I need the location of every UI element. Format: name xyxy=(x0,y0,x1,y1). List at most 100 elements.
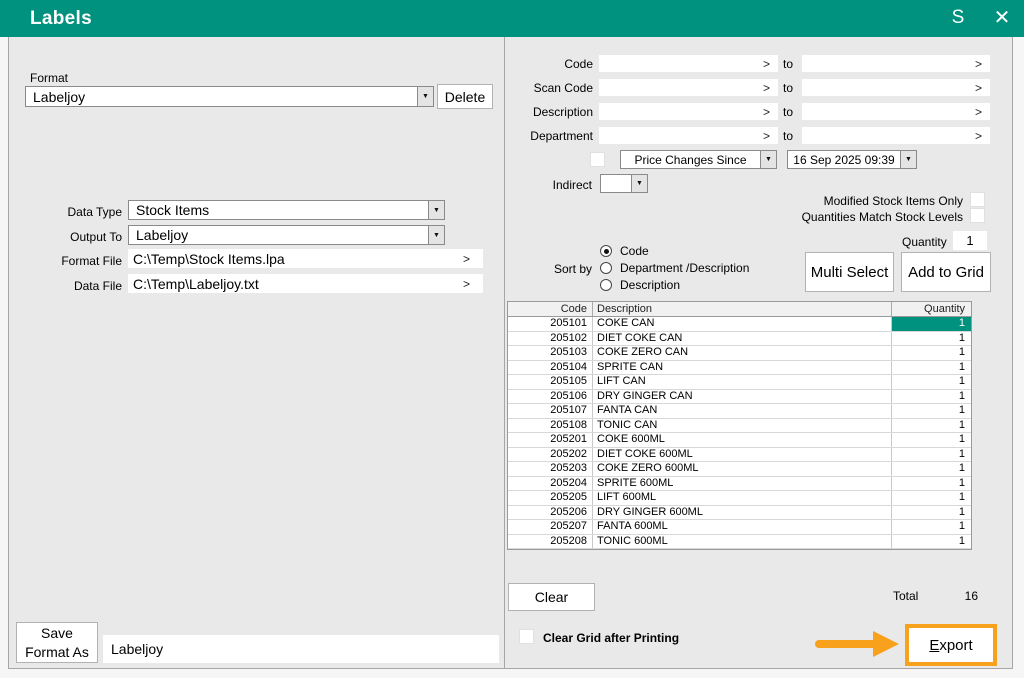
indirect-dropdown-arrow-icon[interactable]: ▼ xyxy=(631,175,647,192)
table-row[interactable]: 205105LIFT CAN1 xyxy=(508,375,971,390)
cell-quantity[interactable]: 1 xyxy=(892,390,971,404)
cell-description[interactable]: COKE 600ML xyxy=(593,433,892,447)
column-header-code[interactable]: Code xyxy=(508,302,593,316)
table-row[interactable]: 205104SPRITE CAN1 xyxy=(508,361,971,376)
cell-quantity[interactable]: 1 xyxy=(892,433,971,447)
table-row[interactable]: 205103COKE ZERO CAN1 xyxy=(508,346,971,361)
sort-option-department-description[interactable]: Department /Description xyxy=(600,261,749,274)
save-format-as-input[interactable]: Labeljoy xyxy=(103,635,499,663)
cell-code[interactable]: 205202 xyxy=(508,448,593,462)
delete-button[interactable]: Delete xyxy=(437,84,493,109)
save-format-as-button[interactable]: Save Format As xyxy=(16,622,98,663)
cell-quantity[interactable]: 1 xyxy=(892,332,971,346)
table-row[interactable]: 205208TONIC 600ML1 xyxy=(508,535,971,550)
cell-code[interactable]: 205104 xyxy=(508,361,593,375)
table-row[interactable]: 205204SPRITE 600ML1 xyxy=(508,477,971,492)
cell-quantity[interactable]: 1 xyxy=(892,477,971,491)
cell-description[interactable]: FANTA CAN xyxy=(593,404,892,418)
data-file-field[interactable]: C:\Temp\Labeljoy.txt > xyxy=(128,274,483,293)
filter-scan-code-to-field[interactable]: > xyxy=(802,79,990,96)
filter-description-from-field[interactable]: > xyxy=(599,103,778,120)
cell-code[interactable]: 205102 xyxy=(508,332,593,346)
table-row[interactable]: 205201COKE 600ML1 xyxy=(508,433,971,448)
price-date-dropdown-arrow-icon[interactable]: ▼ xyxy=(900,151,916,168)
add-to-grid-button[interactable]: Add to Grid xyxy=(901,252,991,292)
filter-description-to-field[interactable]: > xyxy=(802,103,990,120)
output-to-dropdown-arrow-icon[interactable]: ▼ xyxy=(428,226,444,244)
filter-department-to-field[interactable]: > xyxy=(802,127,990,144)
cell-description[interactable]: FANTA 600ML xyxy=(593,520,892,534)
cell-description[interactable]: LIFT CAN xyxy=(593,375,892,389)
table-row[interactable]: 205101COKE CAN1 xyxy=(508,317,971,332)
format-dropdown-arrow-icon[interactable]: ▼ xyxy=(417,87,433,106)
format-file-field[interactable]: C:\Temp\Stock Items.lpa > xyxy=(128,249,483,268)
filter-department-from-field[interactable]: > xyxy=(599,127,778,144)
cell-description[interactable]: COKE ZERO 600ML xyxy=(593,462,892,476)
format-combobox[interactable]: Labeljoy ▼ xyxy=(25,86,434,107)
cell-description[interactable]: COKE CAN xyxy=(593,317,892,331)
cell-code[interactable]: 205108 xyxy=(508,419,593,433)
cell-quantity[interactable]: 1 xyxy=(892,491,971,505)
multi-select-button[interactable]: Multi Select xyxy=(805,252,894,292)
table-row[interactable]: 205202DIET COKE 600ML1 xyxy=(508,448,971,463)
output-to-combobox[interactable]: Labeljoy ▼ xyxy=(128,225,445,245)
data-type-combobox[interactable]: Stock Items ▼ xyxy=(128,200,445,220)
cell-quantity[interactable]: 1 xyxy=(892,462,971,476)
cell-quantity[interactable]: 1 xyxy=(892,375,971,389)
quantities-match-checkbox[interactable] xyxy=(970,208,985,223)
filter-code-from-field[interactable]: > xyxy=(599,55,778,72)
cell-quantity[interactable]: 1 xyxy=(892,535,971,549)
table-row[interactable]: 205102DIET COKE CAN1 xyxy=(508,332,971,347)
cell-quantity[interactable]: 1 xyxy=(892,346,971,360)
table-row[interactable]: 205206DRY GINGER 600ML1 xyxy=(508,506,971,521)
price-changes-dropdown-arrow-icon[interactable]: ▼ xyxy=(760,151,776,168)
price-date-combobox[interactable]: 16 Sep 2025 09:39 ▼ xyxy=(787,150,917,169)
format-file-browse-icon[interactable]: > xyxy=(463,252,483,266)
cell-code[interactable]: 205107 xyxy=(508,404,593,418)
cell-quantity[interactable]: 1 xyxy=(892,404,971,418)
filter-scan-code-from-field[interactable]: > xyxy=(599,79,778,96)
cell-code[interactable]: 205205 xyxy=(508,491,593,505)
filter-code-to-field[interactable]: > xyxy=(802,55,990,72)
table-row[interactable]: 205107FANTA CAN1 xyxy=(508,404,971,419)
settings-button[interactable]: S xyxy=(944,0,972,36)
cell-code[interactable]: 205103 xyxy=(508,346,593,360)
cell-description[interactable]: LIFT 600ML xyxy=(593,491,892,505)
column-header-description[interactable]: Description xyxy=(593,302,892,316)
price-changes-checkbox[interactable] xyxy=(590,152,605,167)
cell-code[interactable]: 205106 xyxy=(508,390,593,404)
cell-code[interactable]: 205101 xyxy=(508,317,593,331)
column-header-quantity[interactable]: Quantity xyxy=(892,302,971,316)
cell-quantity[interactable]: 1 xyxy=(892,361,971,375)
cell-description[interactable]: TONIC CAN xyxy=(593,419,892,433)
cell-code[interactable]: 205207 xyxy=(508,520,593,534)
price-changes-combobox[interactable]: Price Changes Since ▼ xyxy=(620,150,777,169)
cell-description[interactable]: TONIC 600ML xyxy=(593,535,892,549)
cell-description[interactable]: SPRITE CAN xyxy=(593,361,892,375)
cell-quantity[interactable]: 1 xyxy=(892,419,971,433)
cell-code[interactable]: 205201 xyxy=(508,433,593,447)
cell-code[interactable]: 205203 xyxy=(508,462,593,476)
sort-option-description[interactable]: Description xyxy=(600,278,680,291)
cell-quantity[interactable]: 1 xyxy=(892,317,971,331)
table-row[interactable]: 205205LIFT 600ML1 xyxy=(508,491,971,506)
clear-grid-after-printing-checkbox[interactable] xyxy=(519,629,534,644)
cell-quantity[interactable]: 1 xyxy=(892,520,971,534)
close-icon[interactable]: ✕ xyxy=(988,0,1016,36)
cell-code[interactable]: 205208 xyxy=(508,535,593,549)
cell-description[interactable]: COKE ZERO CAN xyxy=(593,346,892,360)
cell-code[interactable]: 205204 xyxy=(508,477,593,491)
cell-description[interactable]: SPRITE 600ML xyxy=(593,477,892,491)
cell-quantity[interactable]: 1 xyxy=(892,448,971,462)
indirect-combobox[interactable]: ▼ xyxy=(600,174,648,193)
quantity-input[interactable]: 1 xyxy=(953,231,987,250)
cell-description[interactable]: DIET COKE CAN xyxy=(593,332,892,346)
cell-code[interactable]: 205206 xyxy=(508,506,593,520)
cell-quantity[interactable]: 1 xyxy=(892,506,971,520)
cell-description[interactable]: DRY GINGER CAN xyxy=(593,390,892,404)
table-row[interactable]: 205108TONIC CAN1 xyxy=(508,419,971,434)
table-row[interactable]: 205203COKE ZERO 600ML1 xyxy=(508,462,971,477)
table-row[interactable]: 205207FANTA 600ML1 xyxy=(508,520,971,535)
export-button[interactable]: Export xyxy=(905,624,997,666)
data-type-dropdown-arrow-icon[interactable]: ▼ xyxy=(428,201,444,219)
